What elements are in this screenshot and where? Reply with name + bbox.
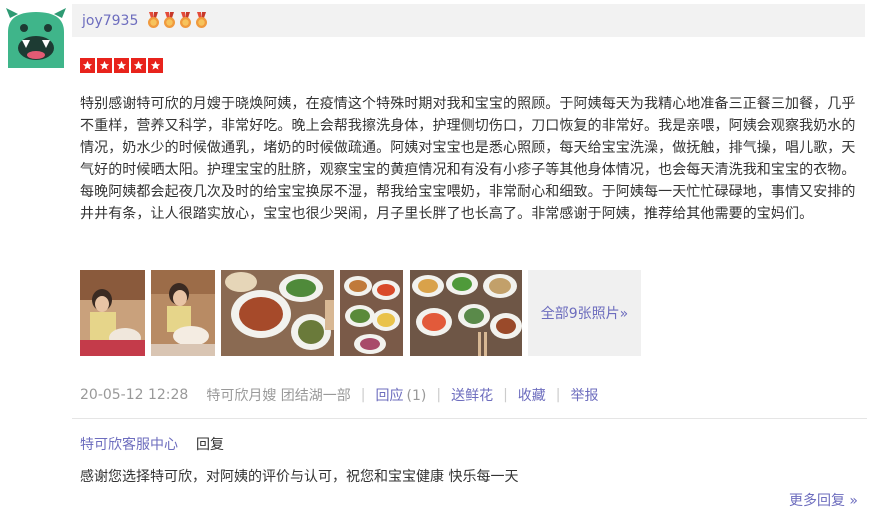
star-icon bbox=[97, 58, 112, 73]
more-replies-link[interactable]: 更多回复 » bbox=[789, 490, 858, 510]
photo-thumbnail[interactable] bbox=[340, 270, 403, 356]
divider: | bbox=[503, 387, 508, 403]
medal-icon bbox=[196, 12, 208, 28]
star-icon bbox=[148, 58, 163, 73]
review-text: 特别感谢特可欣的月嫂于晓焕阿姨，在疫情这个特殊时期对我和宝宝的照顾。于阿姨每天为… bbox=[80, 96, 856, 222]
reply-header: 特可欣客服中心 回复 bbox=[80, 434, 224, 454]
reply-author-link[interactable]: 特可欣客服中心 bbox=[80, 434, 178, 454]
photo-thumbnail[interactable] bbox=[80, 270, 145, 356]
reply-link-label: 回应 bbox=[375, 388, 404, 404]
star-rating bbox=[80, 58, 163, 73]
all-photos-link[interactable]: 全部9张照片» bbox=[528, 270, 641, 356]
reply-link[interactable]: 回应 (1) bbox=[376, 385, 427, 405]
medal-icon bbox=[164, 12, 176, 28]
star-icon bbox=[114, 58, 129, 73]
medal-icon bbox=[148, 12, 160, 28]
service-info: 特可欣月嫂 团结湖一部 bbox=[206, 388, 351, 404]
photo-thumbnail[interactable] bbox=[151, 270, 215, 356]
divider: | bbox=[436, 387, 442, 403]
photo-thumbnail[interactable] bbox=[410, 270, 522, 356]
photo-thumbnail[interactable] bbox=[221, 270, 334, 356]
review-date: 20-05-12 12:28 bbox=[80, 387, 189, 403]
reply-text: 感谢您选择特可欣，对阿姨的评价与认可，祝您和宝宝健康 快乐每一天 bbox=[80, 469, 519, 485]
user-medals bbox=[146, 12, 209, 29]
star-icon bbox=[80, 58, 95, 73]
username-link[interactable]: joy7935 bbox=[82, 13, 138, 29]
divider: | bbox=[360, 387, 366, 403]
reply-count: (1) bbox=[406, 388, 427, 404]
favorite-link[interactable]: 收藏 bbox=[518, 385, 546, 405]
medal-icon bbox=[180, 12, 192, 28]
review-meta: 20-05-12 12:28 特可欣月嫂 团结湖一部 | 回应 (1) | 送鲜花… bbox=[80, 385, 599, 405]
section-divider bbox=[72, 418, 867, 419]
reply-word: 回复 bbox=[196, 437, 224, 453]
user-avatar[interactable] bbox=[4, 4, 68, 68]
star-icon bbox=[131, 58, 146, 73]
report-link[interactable]: 举报 bbox=[571, 385, 599, 405]
divider: | bbox=[555, 387, 561, 403]
review-header: joy7935 bbox=[72, 4, 865, 37]
send-flower-link[interactable]: 送鲜花 bbox=[451, 385, 493, 405]
